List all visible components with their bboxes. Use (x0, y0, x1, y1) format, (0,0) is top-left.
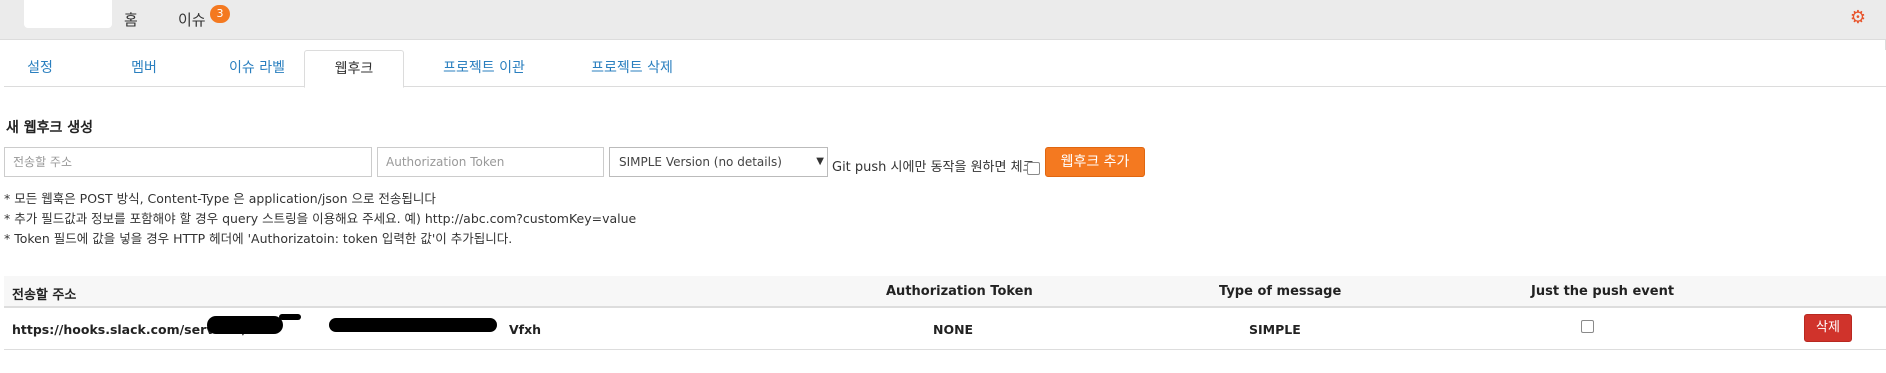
tab-project-transfer[interactable]: 프로젝트 이관 (429, 50, 539, 87)
table-header: 전송할 주소 Authorization Token Type of messa… (4, 276, 1886, 308)
push-only-checkbox[interactable] (1581, 320, 1594, 333)
column-header-push: Just the push event (1531, 284, 1675, 299)
delete-webhook-button[interactable]: 삭제 (1804, 314, 1852, 342)
issues-count-badge: 3 (210, 5, 230, 23)
caret-down-icon: ▼ (816, 156, 824, 167)
column-header-token: Authorization Token (886, 284, 1033, 299)
gear-icon[interactable]: ⚙ (1848, 8, 1868, 28)
redaction-mark (207, 316, 283, 334)
tab-webhooks[interactable]: 웹후크 (304, 50, 404, 88)
git-push-label: Git push 시에만 동작을 원하면 체크 (832, 160, 1035, 175)
select-value: SIMPLE Version (no details) (619, 155, 782, 169)
column-header-type: Type of message (1219, 284, 1342, 299)
table-row: https://hooks.slack.com/services/T9 Vfxh… (4, 308, 1886, 350)
settings-tabs: 설정 멤버 이슈 라벨 웹후크 프로젝트 이관 프로젝트 삭제 (4, 50, 1886, 88)
note-text: * 추가 필드값과 정보를 포함해야 할 경우 query 스트링을 이용해요 … (4, 211, 637, 226)
git-push-checkbox[interactable] (1027, 162, 1040, 175)
nav-home-link[interactable]: 홈 (124, 9, 138, 30)
note-text: * Token 필드에 값을 넣을 경우 HTTP 헤더에 'Authoriza… (4, 231, 513, 246)
tab-project-delete[interactable]: 프로젝트 삭제 (572, 50, 692, 87)
redaction-mark (279, 314, 301, 320)
tab-members[interactable]: 멤버 (104, 50, 184, 87)
note-text: * 모든 웹훅은 POST 방식, Content-Type 은 applica… (4, 191, 436, 206)
redaction-mark (329, 318, 497, 332)
project-logo[interactable] (24, 0, 112, 28)
add-webhook-button[interactable]: 웹후크 추가 (1045, 147, 1145, 177)
webhook-token: NONE (933, 322, 974, 337)
nav-issues-link[interactable]: 이슈 (178, 9, 206, 30)
message-type-select[interactable]: SIMPLE Version (no details) ▼ (609, 147, 828, 177)
top-nav-bar: 홈 이슈 3 ⚙ (0, 0, 1886, 40)
tab-issue-labels[interactable]: 이슈 라벨 (202, 50, 312, 87)
section-title: 새 웹후크 생성 (6, 120, 94, 136)
webhook-type: SIMPLE (1249, 322, 1301, 337)
token-input[interactable] (377, 147, 604, 177)
webhook-url-suffix: Vfxh (509, 322, 542, 337)
tab-settings[interactable]: 설정 (4, 50, 76, 87)
column-header-url: 전송할 주소 (12, 288, 77, 303)
url-input[interactable] (4, 147, 372, 177)
